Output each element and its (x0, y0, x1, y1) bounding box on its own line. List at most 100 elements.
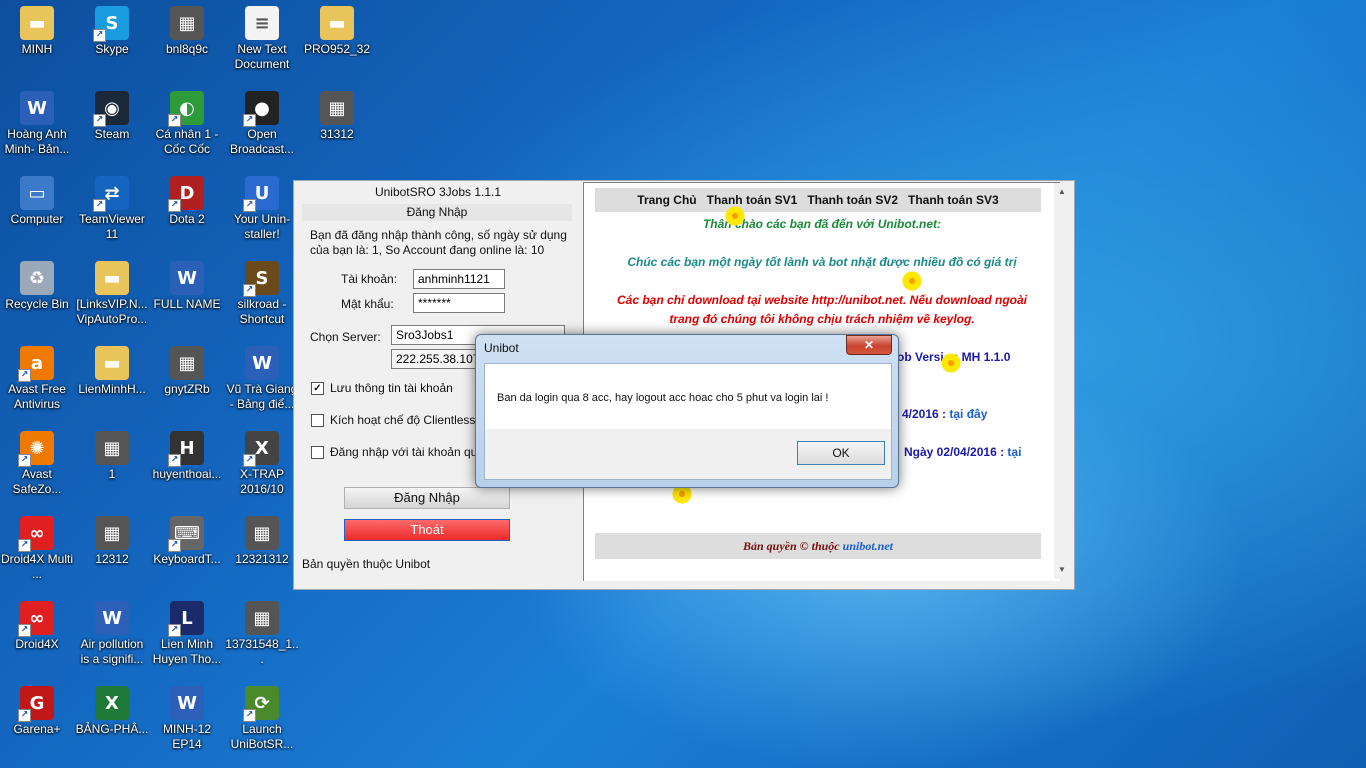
web-nav-link[interactable]: Trang Chủ (637, 193, 696, 207)
recycle-bin-icon: ♻ (20, 261, 54, 295)
desktop-icon[interactable]: ▬ LienMinhH... (75, 346, 149, 397)
username-input[interactable] (413, 269, 505, 289)
desktop-icon[interactable]: ≡ New Text Document (225, 6, 299, 72)
close-icon: ✕ (863, 338, 875, 352)
login-button[interactable]: Đăng Nhập (344, 487, 510, 509)
desktop-icon[interactable]: X BẢNG-PHÂ... (75, 686, 149, 737)
image-icon: ▦ (95, 516, 129, 550)
image-icon: ▦ (245, 601, 279, 635)
flower-icon (724, 205, 746, 227)
desktop-icon-label: Recycle Bin (5, 297, 69, 311)
remember-checkbox[interactable]: ✓ Lưu thông tin tài khoản (311, 381, 453, 395)
desktop-icon-label: KeyboardT... (153, 552, 221, 566)
desktop-icon[interactable]: Hhuyenthoai... (150, 431, 224, 482)
web-date2-link[interactable]: tại (1007, 445, 1021, 459)
clientless-checkbox-box[interactable] (311, 413, 324, 427)
desktop-icon[interactable]: ▦ gnytZRb (150, 346, 224, 397)
desktop-icon-label: Lien Minh Huyen Tho... (152, 637, 222, 666)
desktop-icon-label: LienMinhH... (78, 382, 146, 396)
login-status-text: Bạn đã đăng nhập thành công, số ngày sử … (310, 228, 567, 257)
desktop-icon[interactable]: ▦ 12321312 (225, 516, 299, 567)
web-nav-link[interactable]: Thanh toán SV1 (707, 193, 798, 207)
desktop-icon[interactable]: W MINH-12 EP14 (150, 686, 224, 752)
desktop-icon-label: Avast Free Antivirus (8, 382, 66, 411)
desktop-icon[interactable]: ⌨KeyboardT... (150, 516, 224, 567)
desktop-icon[interactable]: ◐Cá nhân 1 - Cốc Cốc (150, 91, 224, 157)
word-document-icon: W (20, 91, 54, 125)
other-account-checkbox[interactable]: Đăng nhập với tài khoản qu (311, 445, 477, 459)
desktop-icon-label: [LinksVIP.N... VipAutoPro... (76, 297, 148, 326)
remember-checkbox-box[interactable]: ✓ (311, 381, 324, 395)
web-scrollbar[interactable]: ▲ ▼ (1054, 183, 1071, 579)
server-label: Chọn Server: (310, 330, 381, 344)
desktop-icon[interactable]: ♻ Recycle Bin (0, 261, 74, 312)
folder-icon: ▬ (320, 6, 354, 40)
flower-icon (901, 270, 923, 292)
desktop-icon[interactable]: W Hoàng Anh Minh- Bản... (0, 91, 74, 157)
desktop-icon[interactable]: ✺Avast SafeZo... (0, 431, 74, 497)
web-nav-link[interactable]: Thanh toán SV3 (908, 193, 999, 207)
web-footer-link[interactable]: unibot.net (843, 539, 893, 553)
desktop-icon[interactable]: ∞Droid4X Multi ... (0, 516, 74, 582)
desktop-icon-label: 12312 (95, 552, 129, 566)
server-ip-value: 222.255.38.107 (396, 352, 480, 366)
desktop-icon[interactable]: ▦ 12312 (75, 516, 149, 567)
dialog-close-button[interactable]: ✕ (846, 335, 892, 355)
droid4x-icon: ∞ (18, 516, 54, 552)
desktop-icon[interactable]: DDota 2 (150, 176, 224, 227)
desktop-icon-label: New Text Document (234, 42, 290, 71)
teamviewer-icon: ⇄ (93, 176, 129, 212)
desktop-icon[interactable]: ▦ 13731548_1... (225, 601, 299, 667)
web-date-fragment: 4/2016 : (902, 407, 947, 421)
web-nav-link[interactable]: Thanh toán SV2 (807, 193, 898, 207)
desktop-icon[interactable]: ▭ Computer (0, 176, 74, 227)
web-footer: Bản quyền © thuộc unibot.net (595, 533, 1041, 559)
desktop-icon-label: Open Broadcast... (229, 127, 295, 156)
desktop-icon[interactable]: W Vũ Trà Giang - Bảng điể... (225, 346, 299, 412)
desktop-icon[interactable]: ▬ [LinksVIP.N... VipAutoPro... (75, 261, 149, 327)
remember-checkbox-label: Lưu thông tin tài khoản (330, 381, 453, 395)
desktop-icon-label: 1 (108, 467, 116, 481)
desktop-icon[interactable]: XX-TRAP 2016/10 (225, 431, 299, 497)
desktop-icon[interactable]: LLien Minh Huyen Tho... (150, 601, 224, 667)
desktop-icon[interactable]: W Air pollution is a signifi... (75, 601, 149, 667)
web-date-link[interactable]: tại đây (949, 407, 987, 421)
scroll-down-icon[interactable]: ▼ (1058, 565, 1066, 574)
desktop-icon[interactable]: ⟳Launch UniBotSR... (225, 686, 299, 752)
desktop-icon[interactable]: GGarena+ (0, 686, 74, 737)
desktop-icon[interactable]: ∞Droid4X (0, 601, 74, 652)
desktop-icon[interactable]: UYour Unin-staller! (225, 176, 299, 242)
image-icon: ▦ (170, 346, 204, 380)
desktop-icon-label: X-TRAP 2016/10 (239, 467, 284, 496)
desktop-icon[interactable]: W FULL NAME (150, 261, 224, 312)
ok-button[interactable]: OK (797, 441, 885, 465)
exit-button[interactable]: Thoát (344, 519, 510, 541)
password-input[interactable] (413, 293, 505, 313)
other-account-checkbox-box[interactable] (311, 445, 324, 459)
dialog-footer: OK (484, 429, 892, 480)
desktop-icon[interactable]: SSkype (75, 6, 149, 57)
desktop-icon-label: Computer (10, 212, 64, 226)
app-title: UnibotSRO 3Jobs 1.1.1 (374, 185, 502, 199)
scroll-up-icon[interactable]: ▲ (1058, 187, 1066, 196)
app-copyright: Bản quyền thuộc Unibot (302, 557, 431, 571)
login-header: Đăng Nhập (302, 204, 572, 221)
desktop-icon-label: 31312 (320, 127, 354, 141)
desktop-icon[interactable]: ▬ MINH (0, 6, 74, 57)
desktop-icon[interactable]: Ssilkroad - Shortcut (225, 261, 299, 327)
desktop-icon[interactable]: ▦ 31312 (300, 91, 374, 142)
web-date2-fragment: Ngày 02/04/2016 : (904, 445, 1005, 459)
desktop-icon[interactable]: ▬ PRO952_32 (300, 6, 374, 57)
desktop-icon[interactable]: ▦ bnl8q9c (150, 6, 224, 57)
desktop-icon-label: 12321312 (235, 552, 289, 566)
unibot-icon: ⟳ (243, 686, 279, 722)
desktop-icon[interactable]: aAvast Free Antivirus (0, 346, 74, 412)
web-footer-text: Bản quyền © thuộc (742, 539, 840, 553)
desktop-icon[interactable]: ◉Steam (75, 91, 149, 142)
desktop-icon[interactable]: ●Open Broadcast... (225, 91, 299, 157)
desktop-icon-label: Skype (95, 42, 129, 56)
desktop-icon[interactable]: ⇄TeamViewer 11 (75, 176, 149, 242)
clientless-checkbox[interactable]: Kích hoạt chế độ Clientless (311, 413, 475, 427)
message-dialog: Unibot ✕ Ban da login qua 8 acc, hay log… (475, 334, 899, 488)
desktop-icon[interactable]: ▦ 1 (75, 431, 149, 482)
